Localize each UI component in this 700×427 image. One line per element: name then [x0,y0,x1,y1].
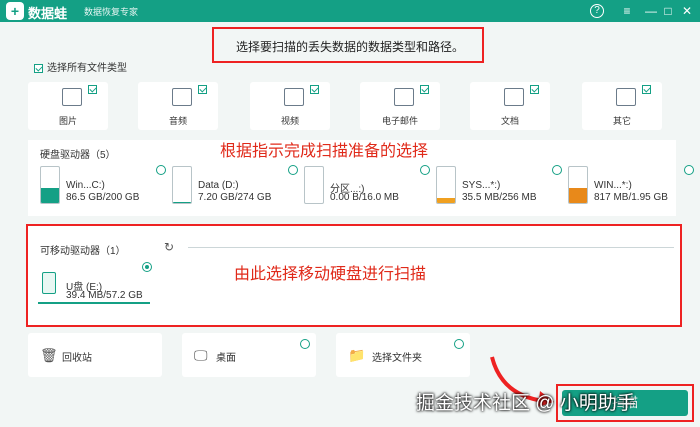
hard-drive-icon [436,166,456,204]
drive-size: 35.5 MB/256 MB [462,192,537,203]
hard-drive-icon [304,166,324,204]
file-type-label: 文档 [500,116,519,126]
instruction-text: 选择要扫描的丢失数据的数据类型和路径。 [236,40,465,54]
app-subtitle: 数据恢复专家 [84,7,139,17]
folder-icon: 📁 [348,347,366,363]
recycle-bin-icon: 🗑 [40,347,58,363]
refresh-icon[interactable]: ↻ [164,240,174,254]
drive-size: 39.4 MB/57.2 GB [66,290,143,301]
file-type-checkbox[interactable] [198,85,207,94]
drive-usage-fill [437,197,455,203]
drive-name: WIN...*:) [594,180,632,191]
maximize-icon[interactable]: □ [659,2,677,20]
drive-name: Data (D:) [198,180,239,191]
location-label: 选择文件夹 [372,353,422,364]
image-icon [62,88,82,106]
file-type-label: 电子邮件 [381,116,418,126]
file-type-email[interactable]: 电子邮件 [360,82,440,130]
file-type-audio[interactable]: 音频 [138,82,218,130]
removable-section-title: 可移动驱动器（1） [40,246,126,257]
location-desktop[interactable]: 🖵 桌面 [182,333,316,377]
app-name: 数据蛙 [28,6,68,21]
location-radio[interactable] [300,339,310,349]
drive-radio[interactable] [288,165,298,175]
drive-size: 0.00 B/16.0 MB [330,192,399,203]
desktop-icon: 🖵 [194,347,208,363]
file-type-checkbox[interactable] [530,85,539,94]
drive-name: Win...C:) [66,180,105,191]
select-all-label: 选择所有文件类型 [47,63,127,74]
file-type-label: 视频 [280,116,299,126]
callout-instruction: 根据指示完成扫描准备的选择 [220,143,429,160]
file-type-label: 其它 [612,116,631,126]
file-type-label: 图片 [58,116,77,126]
usb-drive-icon [42,272,56,294]
drive-d[interactable]: Data (D:) 7.20 GB/274 GB [172,165,300,206]
file-type-checkbox[interactable] [88,85,97,94]
location-choose-folder[interactable]: 📁 选择文件夹 [336,333,470,377]
file-type-document[interactable]: 文档 [470,82,550,130]
drive-radio[interactable] [684,165,694,175]
hard-drive-section-title: 硬盘驱动器（5） [40,150,116,161]
drive-c[interactable]: Win...C:) 86.5 GB/200 GB [40,165,168,206]
menu-icon[interactable]: ≡ [618,2,636,20]
file-type-video[interactable]: 视频 [250,82,330,130]
minimize-icon[interactable]: — [642,2,660,20]
audio-icon [172,88,192,106]
file-type-checkbox[interactable] [420,85,429,94]
video-icon [284,88,304,106]
instruction-annotation-box: 选择要扫描的丢失数据的数据类型和路径。 [212,27,484,63]
drive-radio[interactable] [552,165,562,175]
watermark: 掘金技术社区 @ 小明助手 [416,393,636,414]
drive-radio[interactable] [156,165,166,175]
location-recycle-bin[interactable]: 🗑 回收站 [28,333,162,377]
app-logo-icon: + [6,2,24,20]
usb-drive-e[interactable]: U盘 (E:) 39.4 MB/57.2 GB [38,266,150,304]
drive-size: 7.20 GB/274 GB [198,192,272,203]
file-type-other[interactable]: 其它 [582,82,662,130]
other-icon [616,88,636,106]
hard-drive-icon [172,166,192,204]
removable-callout: 由此选择移动硬盘进行扫描 [234,266,427,283]
usb-drive-radio-selected[interactable] [142,262,152,272]
drive-radio[interactable] [420,165,430,175]
hard-drive-icon [40,166,60,204]
file-type-image[interactable]: 图片 [28,82,108,130]
drive-size: 817 MB/1.95 GB [594,192,668,203]
drive-usage-fill [41,187,59,203]
title-bar: + 数据蛙 数据恢复专家 ? ≡ — □ ✕ [0,0,700,22]
file-type-label: 音频 [168,116,187,126]
hard-drive-icon [568,166,588,204]
close-icon[interactable]: ✕ [678,2,696,20]
help-icon[interactable]: ? [590,4,604,18]
removable-drive-panel: 可移动驱动器（1） ↻ 由此选择移动硬盘进行扫描 U盘 (E:) 39.4 MB… [26,224,682,327]
drive-win[interactable]: WIN...*:) 817 MB/1.95 GB [568,165,696,206]
file-type-checkbox[interactable] [642,85,651,94]
file-type-checkbox[interactable] [310,85,319,94]
section-divider [188,247,674,248]
document-icon [504,88,524,106]
email-icon [394,88,414,106]
drive-sys[interactable]: SYS...*:) 35.5 MB/256 MB [436,165,564,206]
location-radio[interactable] [454,339,464,349]
location-label: 桌面 [216,353,236,364]
drive-usage-fill [569,187,587,203]
location-label: 回收站 [62,353,92,364]
drive-name: SYS...*:) [462,180,501,191]
select-all-file-types[interactable]: 选择所有文件类型 [34,59,127,74]
drive-size: 86.5 GB/200 GB [66,192,140,203]
select-all-checkbox[interactable] [34,63,43,73]
drive-usage-fill [173,201,191,203]
drive-partition[interactable]: 分区...:) 0.00 B/16.0 MB [304,165,432,206]
